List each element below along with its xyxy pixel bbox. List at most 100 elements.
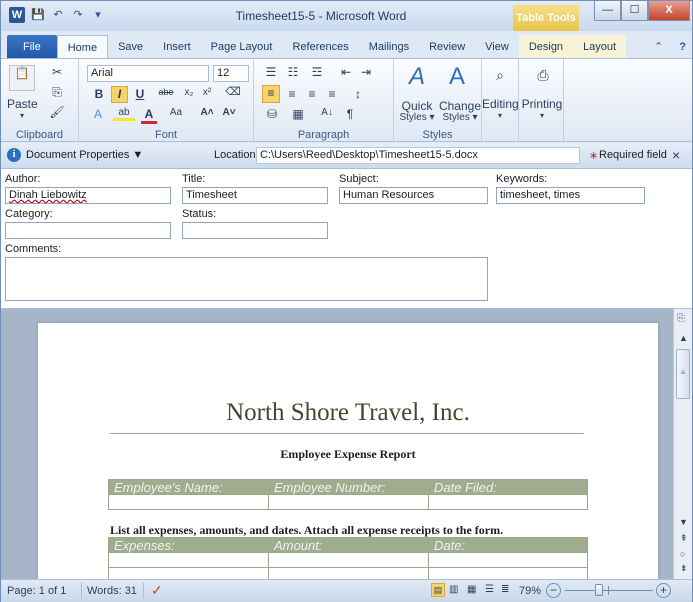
proofing-icon[interactable]: ✓ (151, 582, 163, 599)
web-layout-icon[interactable]: ▦ (467, 584, 476, 595)
increase-indent-icon[interactable]: ⇥ (358, 65, 374, 79)
printing-dropdown-icon[interactable]: ▾ (536, 111, 548, 120)
draft-icon[interactable]: ≣ (501, 584, 509, 595)
font-name-combo[interactable]: Arial (87, 65, 209, 82)
word-count[interactable]: Words: 31 (87, 585, 137, 597)
table-cell[interactable] (428, 552, 588, 568)
quick-styles-dropdown[interactable]: Styles ▾ (396, 112, 438, 123)
editing-button[interactable]: Editing (482, 97, 519, 111)
clear-formatting-icon[interactable]: ⌫ (225, 85, 241, 98)
align-right-icon[interactable]: ≡ (304, 87, 320, 101)
subject-field[interactable]: Human Resources (339, 187, 488, 204)
cut-icon[interactable]: ✂ (49, 65, 65, 79)
quick-styles-icon[interactable]: A (402, 63, 432, 91)
quick-styles-label[interactable]: Quick (396, 99, 438, 113)
scroll-down-icon[interactable]: ▼ (679, 517, 688, 527)
italic-button[interactable]: I (111, 86, 128, 103)
tab-references[interactable]: References (282, 35, 358, 59)
tab-home[interactable]: Home (56, 35, 109, 59)
author-field[interactable]: Dinah Liebowitz (5, 187, 171, 204)
location-field[interactable]: C:\Users\Reed\Desktop\Timesheet15-5.docx (256, 147, 580, 164)
paste-dropdown-icon[interactable]: ▾ (17, 111, 27, 120)
change-styles-icon[interactable]: A (442, 63, 472, 91)
minimize-button[interactable]: — (594, 1, 621, 21)
strikethrough-button[interactable]: abe (155, 87, 177, 97)
bullets-icon[interactable]: ☰ (262, 65, 280, 79)
table-cell[interactable] (108, 552, 269, 568)
zoom-level[interactable]: 79% (519, 585, 541, 597)
paste-button[interactable]: Paste (7, 97, 38, 111)
ribbon-collapse-icon[interactable]: ⌃ (644, 35, 673, 59)
font-color-icon[interactable]: A (141, 107, 157, 124)
change-case-button[interactable]: Aa (163, 107, 189, 118)
keywords-field[interactable]: timesheet, times (496, 187, 645, 204)
tab-file[interactable]: File (7, 35, 57, 59)
scroll-thumb[interactable]: ≡ (676, 349, 690, 399)
change-styles-dropdown[interactable]: Styles ▾ (438, 112, 482, 123)
employee-name-cell[interactable] (108, 494, 269, 510)
previous-page-icon[interactable]: ⇞ (680, 533, 688, 544)
superscript-button[interactable]: x² (199, 87, 215, 98)
change-styles-label[interactable]: Change (438, 99, 482, 113)
grow-font-button[interactable]: A˄ (197, 107, 217, 118)
show-hide-button[interactable]: ¶ (342, 107, 358, 121)
document-properties-menu[interactable]: Document Properties ▼ (26, 149, 143, 161)
page-count[interactable]: Page: 1 of 1 (7, 585, 66, 597)
multilevel-list-icon[interactable]: ☲ (306, 65, 328, 79)
paste-icon[interactable]: 📋 (9, 65, 35, 91)
binoculars-icon[interactable]: ⌕ (488, 67, 512, 84)
subscript-button[interactable]: x₂ (181, 87, 197, 98)
zoom-out-icon[interactable]: − (546, 583, 561, 598)
tab-page-layout[interactable]: Page Layout (201, 35, 283, 59)
help-icon[interactable]: ? (673, 35, 692, 59)
text-effects-icon[interactable]: A (89, 107, 107, 121)
comments-field[interactable] (5, 257, 488, 301)
tab-layout[interactable]: Layout (573, 35, 627, 59)
status-field[interactable] (182, 222, 328, 239)
employee-number-cell[interactable] (268, 494, 429, 510)
format-painter-icon[interactable]: 🖌 (49, 105, 65, 119)
scroll-up-icon[interactable]: ▲ (679, 333, 688, 343)
zoom-in-icon[interactable]: + (656, 583, 671, 598)
browse-object-icon[interactable]: ○ (680, 549, 685, 559)
line-spacing-icon[interactable]: ↕ (348, 87, 368, 101)
justify-icon[interactable]: ≡ (324, 87, 340, 101)
tab-view[interactable]: View (475, 35, 519, 59)
tab-save[interactable]: Save (108, 35, 153, 59)
decrease-indent-icon[interactable]: ⇤ (338, 65, 354, 79)
close-panel-icon[interactable]: × (672, 147, 680, 163)
title-field[interactable]: Timesheet (182, 187, 328, 204)
underline-button[interactable]: U (133, 87, 147, 101)
printer-icon[interactable]: ⎙ (531, 67, 555, 84)
close-button[interactable]: X (648, 1, 690, 21)
print-layout-icon[interactable]: ▤ (431, 583, 445, 597)
category-field[interactable] (5, 222, 171, 239)
full-screen-reading-icon[interactable]: ▥ (449, 584, 458, 595)
bold-button[interactable]: B (91, 87, 107, 101)
align-left-button[interactable]: ≡ (262, 85, 280, 103)
date-filed-cell[interactable] (428, 494, 588, 510)
table-cell[interactable] (268, 552, 429, 568)
tab-mailings[interactable]: Mailings (359, 35, 419, 59)
document-page[interactable]: North Shore Travel, Inc. Employee Expens… (38, 323, 658, 583)
zoom-slider-thumb[interactable] (594, 584, 603, 596)
next-page-icon[interactable]: ⇟ (680, 563, 688, 574)
copy-icon[interactable]: ⎘ (49, 85, 65, 100)
outline-icon[interactable]: ☰ (485, 584, 494, 595)
vertical-scrollbar[interactable]: ⎘ ▲ ≡ ▼ ⇞ ○ ⇟ (673, 309, 692, 579)
tab-review[interactable]: Review (419, 35, 475, 59)
font-size-combo[interactable]: 12 (213, 65, 249, 82)
borders-icon[interactable]: ▦ (288, 107, 308, 121)
shading-icon[interactable]: ⛁ (262, 107, 282, 121)
sort-button[interactable]: A↓ (316, 107, 338, 118)
maximize-button[interactable]: ☐ (621, 1, 648, 21)
printing-button[interactable]: Printing (519, 97, 565, 111)
editing-dropdown-icon[interactable]: ▾ (494, 111, 506, 120)
highlight-color-icon[interactable]: ab (113, 107, 135, 121)
ruler-toggle-icon[interactable]: ⎘ (677, 313, 685, 324)
shrink-font-button[interactable]: A˅ (219, 107, 239, 118)
tab-design[interactable]: Design (518, 35, 574, 59)
zoom-slider-track[interactable] (565, 590, 653, 591)
numbering-icon[interactable]: ☷ (284, 65, 302, 79)
tab-insert[interactable]: Insert (153, 35, 201, 59)
